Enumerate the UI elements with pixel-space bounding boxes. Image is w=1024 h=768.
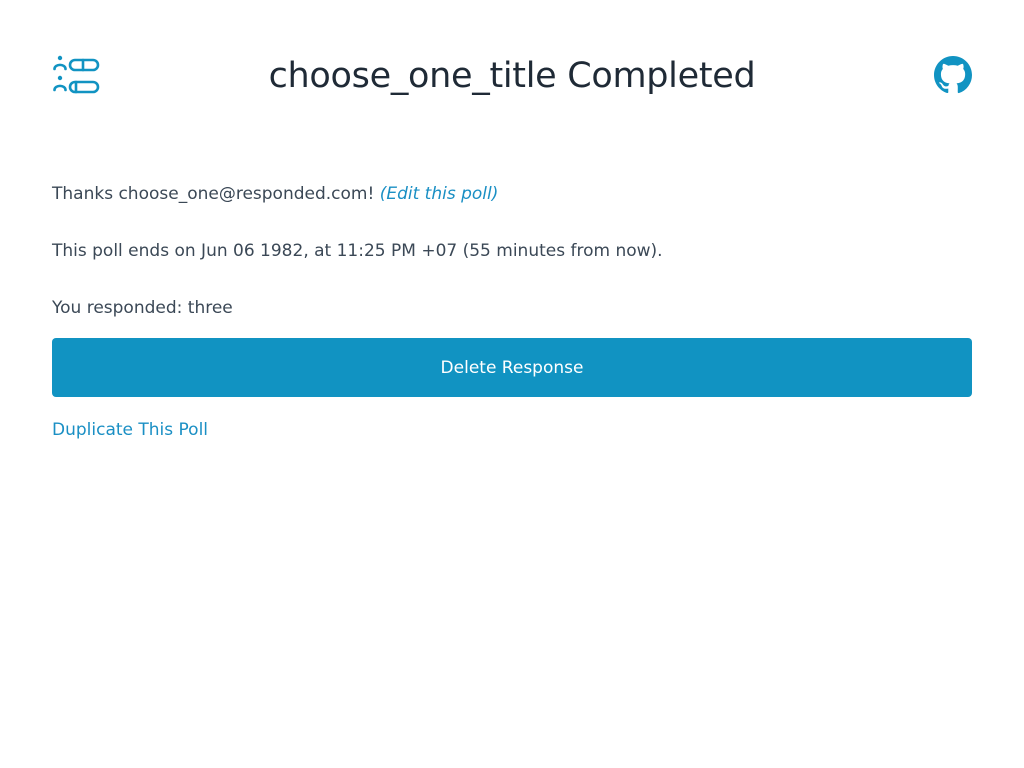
poll-content: Thanks choose_one@responded.com! (Edit t… xyxy=(52,180,972,444)
response-summary: You responded: three xyxy=(52,298,233,318)
thanks-message: Thanks choose_one@responded.com! (Edit t… xyxy=(52,180,972,208)
edit-poll-link[interactable]: (Edit this poll) xyxy=(380,184,499,204)
duplicate-poll-link[interactable]: Duplicate This Poll xyxy=(52,416,208,444)
page-title: choose_one_title Completed xyxy=(268,56,756,96)
delete-response-button[interactable]: Delete Response xyxy=(52,338,972,397)
github-icon[interactable] xyxy=(934,56,972,94)
thanks-text: Thanks choose_one@responded.com! xyxy=(52,184,375,204)
page-header: choose_one_title Completed xyxy=(52,52,972,100)
poll-end-info: This poll ends on Jun 06 1982, at 11:25 … xyxy=(52,241,663,261)
